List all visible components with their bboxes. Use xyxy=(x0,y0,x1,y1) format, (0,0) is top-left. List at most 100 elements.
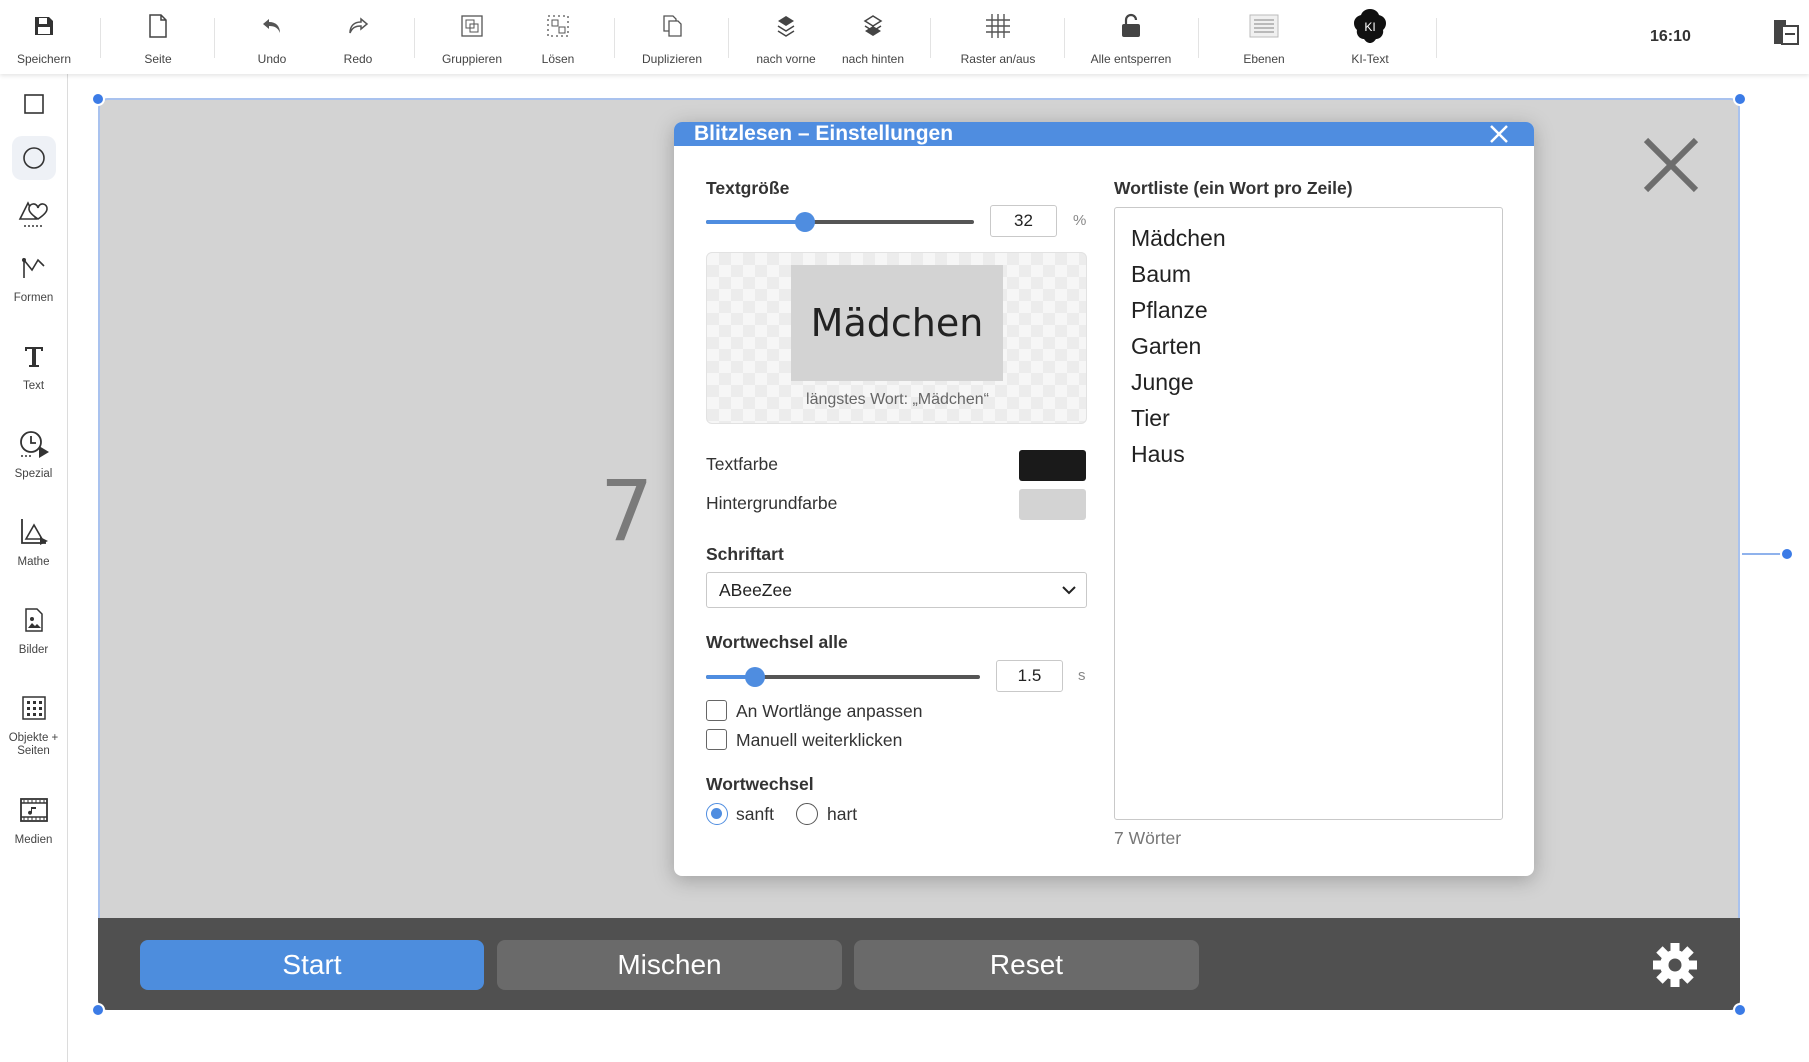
ai-text-label: KI-Text xyxy=(1351,52,1389,66)
media-icon xyxy=(19,798,48,822)
ungroup-button[interactable]: Lösen xyxy=(518,0,598,74)
page-label: Seite xyxy=(144,52,172,66)
sidebar-item-forms[interactable]: Formen xyxy=(0,246,67,305)
unlock-all-button[interactable]: Alle entsperren xyxy=(1081,0,1181,74)
adapt-length-label: An Wortlänge anpassen xyxy=(736,701,923,721)
shuffle-button[interactable]: Mischen xyxy=(497,940,842,990)
bring-forward-label: nach vorne xyxy=(756,52,816,66)
layers-button[interactable]: Ebenen xyxy=(1224,0,1304,74)
dialog-close-button[interactable] xyxy=(1488,124,1510,144)
sidebar-label-images: Bilder xyxy=(18,644,49,656)
widget-close-button[interactable] xyxy=(1642,136,1700,194)
wordlist-textarea[interactable]: Mädchen Baum Pflanze Garten Junge Tier Haus xyxy=(1114,207,1503,820)
sidebar-item-math[interactable]: Mathe xyxy=(0,510,67,569)
sidebar-item-media[interactable]: Medien xyxy=(0,788,67,847)
sidebar-item-circle[interactable] xyxy=(0,136,67,180)
grid-toggle-button[interactable]: Raster an/aus xyxy=(948,0,1048,74)
manual-advance-checkbox[interactable] xyxy=(706,729,727,750)
wordlist-line: Haus xyxy=(1131,441,1185,467)
ai-brain-icon: KI xyxy=(1354,9,1386,43)
interval-label: Wortwechsel alle xyxy=(706,632,848,652)
sidebar-item-text[interactable]: Text xyxy=(0,334,67,393)
font-select[interactable]: ABeeZee xyxy=(706,572,1087,608)
interval-slider-thumb[interactable] xyxy=(745,667,766,687)
text-size-slider[interactable] xyxy=(706,212,974,232)
bg-color-swatch[interactable] xyxy=(1019,489,1086,520)
resize-handle-bottom-right[interactable] xyxy=(1733,1003,1747,1017)
dialog-title: Blitzlesen – Einstellungen xyxy=(674,122,1534,146)
exit-button[interactable] xyxy=(1772,16,1808,56)
send-backward-button[interactable]: nach hinten xyxy=(833,0,913,74)
resize-handle-bottom-left[interactable] xyxy=(91,1003,105,1017)
unlock-icon xyxy=(1122,13,1140,37)
transition-hard-label: hart xyxy=(827,804,858,824)
bring-forward-button[interactable]: nach vorne xyxy=(746,0,826,74)
wordlist-label: Wortliste (ein Wort pro Zeile) xyxy=(1114,178,1353,198)
undo-button[interactable]: Undo xyxy=(232,0,312,74)
duplicate-icon xyxy=(663,15,682,37)
sidebar-item-shapes[interactable] xyxy=(0,190,67,234)
transition-label: Wortwechsel xyxy=(706,774,814,794)
save-label: Speichern xyxy=(16,52,72,66)
redo-button[interactable]: Redo xyxy=(318,0,398,74)
page-icon xyxy=(149,14,167,38)
text-size-input[interactable] xyxy=(990,205,1057,237)
interval-slider[interactable] xyxy=(706,667,980,687)
close-icon xyxy=(1643,137,1699,193)
toolbar-divider xyxy=(614,18,615,58)
text-size-unit: % xyxy=(1073,212,1087,229)
wordlist-line: Junge xyxy=(1131,369,1194,395)
circle-icon xyxy=(22,147,45,169)
group-label: Gruppieren xyxy=(441,52,503,66)
preview-caption: längstes Wort: „Mädchen“ xyxy=(806,391,989,408)
sidebar-item-rectangle[interactable] xyxy=(0,82,67,126)
start-button[interactable]: Start xyxy=(140,940,484,990)
sidebar-label-math: Mathe xyxy=(17,556,50,568)
timer-icon xyxy=(19,431,49,458)
duplicate-label: Duplizieren xyxy=(641,52,703,66)
close-icon xyxy=(1490,125,1508,143)
shapes-icon xyxy=(18,201,48,227)
adapt-length-checkbox[interactable] xyxy=(706,700,727,721)
sidebar-label-forms: Formen xyxy=(13,292,54,304)
transition-hard-radio[interactable] xyxy=(796,803,818,825)
chevron-down-icon xyxy=(1062,586,1076,595)
sidebar-label-special: Spezial xyxy=(14,468,53,480)
toolbar-divider xyxy=(414,18,415,58)
interval-input[interactable] xyxy=(996,660,1063,692)
sidebar-item-objects-pages[interactable]: Objekte + Seiten xyxy=(0,686,67,758)
page-button[interactable]: Seite xyxy=(118,0,198,74)
layers-label: Ebenen xyxy=(1243,52,1285,66)
rectangle-icon xyxy=(23,94,44,114)
resize-handle-top-left[interactable] xyxy=(91,92,105,106)
toolbar-divider xyxy=(100,18,101,58)
reset-button[interactable]: Reset xyxy=(854,940,1199,990)
grid-objects-icon xyxy=(21,696,46,720)
transition-soft-radio[interactable] xyxy=(706,803,728,825)
group-button[interactable]: Gruppieren xyxy=(432,0,512,74)
interval-unit: s xyxy=(1078,667,1086,684)
image-icon xyxy=(24,608,43,632)
toolbar-divider xyxy=(1064,18,1065,58)
redo-icon xyxy=(349,17,369,34)
resize-handle-top-right[interactable] xyxy=(1733,92,1747,106)
sidebar-item-special[interactable]: Spezial xyxy=(0,422,67,481)
transition-soft-label: sanft xyxy=(736,804,774,824)
duplicate-button[interactable]: Duplizieren xyxy=(632,0,712,74)
preview-area: Mädchen längstes Wort: „Mädchen“ xyxy=(706,252,1087,424)
group-icon xyxy=(461,15,483,37)
text-color-swatch[interactable] xyxy=(1019,450,1086,481)
sidebar-item-images[interactable]: Bilder xyxy=(0,598,67,657)
text-size-slider-fill xyxy=(706,220,806,224)
ai-text-button[interactable]: KI KI-Text xyxy=(1330,0,1410,74)
text-size-slider-thumb[interactable] xyxy=(795,212,816,232)
text-icon xyxy=(24,347,43,367)
polyline-icon xyxy=(21,257,45,278)
bg-color-label: Hintergrundfarbe xyxy=(706,493,838,513)
sidebar-label-media: Medien xyxy=(14,834,53,846)
save-button[interactable]: Speichern xyxy=(4,0,84,74)
settings-button[interactable] xyxy=(1650,940,1700,990)
toolbar-divider xyxy=(214,18,215,58)
redo-label: Redo xyxy=(343,52,373,66)
rotation-handle[interactable] xyxy=(1780,547,1794,561)
